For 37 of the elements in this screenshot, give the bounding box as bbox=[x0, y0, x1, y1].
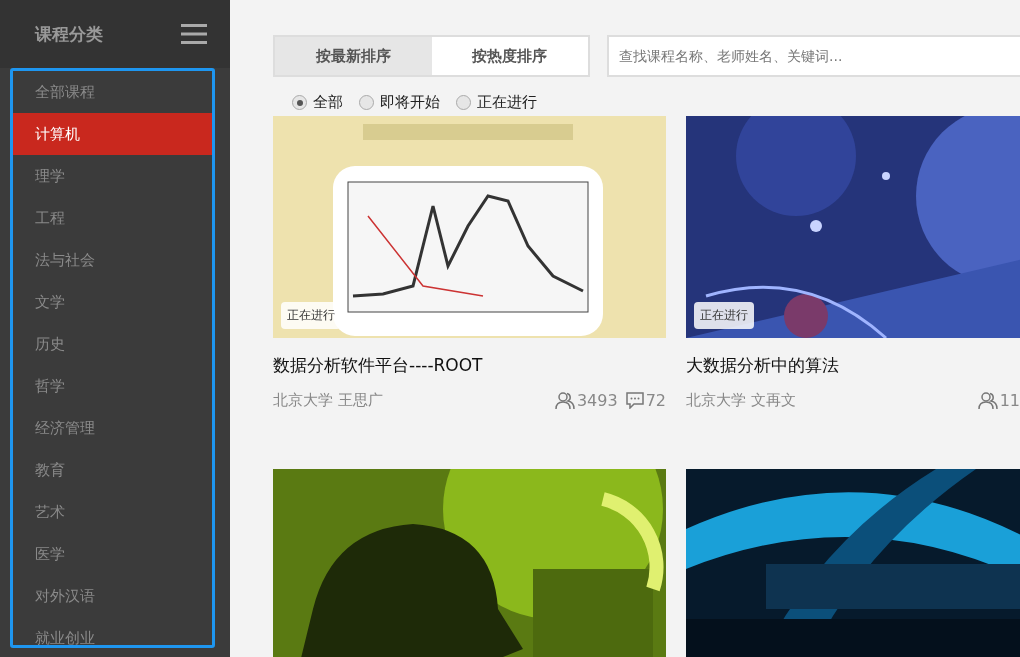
people-icon bbox=[977, 391, 998, 410]
category-item[interactable]: 计算机 bbox=[13, 113, 212, 155]
sort-tab[interactable]: 按热度排序 bbox=[431, 37, 588, 75]
category-item[interactable]: 工程 bbox=[13, 197, 212, 239]
course-title[interactable]: 大数据分析中的算法 bbox=[686, 354, 1020, 377]
category-item[interactable]: 经济管理 bbox=[13, 407, 212, 449]
radio-label: 即将开始 bbox=[380, 93, 440, 112]
category-item[interactable]: 法与社会 bbox=[13, 239, 212, 281]
menu-icon[interactable] bbox=[181, 23, 207, 45]
stat-count: 3493 bbox=[576, 391, 618, 410]
radio-label: 全部 bbox=[313, 93, 343, 112]
comment-icon bbox=[625, 392, 644, 409]
category-item[interactable]: 医学 bbox=[13, 533, 212, 575]
category-item[interactable]: 文学 bbox=[13, 281, 212, 323]
status-badge: 正在进行 bbox=[694, 302, 754, 329]
sort-tab[interactable]: 按最新排序 bbox=[275, 37, 432, 75]
sidebar-title: 课程分类 bbox=[35, 22, 103, 46]
category-item[interactable]: 历史 bbox=[13, 323, 212, 365]
radio-button[interactable] bbox=[359, 95, 374, 110]
course-title[interactable]: 数据分析软件平台----ROOT bbox=[273, 354, 666, 377]
category-item[interactable]: 理学 bbox=[13, 155, 212, 197]
radio-label: 正在进行 bbox=[477, 93, 537, 112]
radio-button[interactable] bbox=[456, 95, 471, 110]
teacher-name: 北京大学 文再文 bbox=[686, 391, 796, 410]
category-item[interactable]: 就业创业 bbox=[13, 617, 212, 645]
category-item[interactable]: 艺术 bbox=[13, 491, 212, 533]
teacher-name: 北京大学 王思广 bbox=[273, 391, 383, 410]
category-item[interactable]: 对外汉语 bbox=[13, 575, 212, 617]
search-field[interactable]: 查找课程名称、老师姓名、关键词... bbox=[607, 35, 1020, 77]
stat-count: 11 bbox=[999, 391, 1020, 410]
radio-button[interactable] bbox=[292, 95, 307, 110]
category-item[interactable]: 哲学 bbox=[13, 365, 212, 407]
status-badge: 正在进行 bbox=[281, 302, 341, 329]
category-item[interactable]: 全部课程 bbox=[13, 71, 212, 113]
people-icon bbox=[554, 391, 575, 410]
category-item[interactable]: 教育 bbox=[13, 449, 212, 491]
stat-count: 72 bbox=[645, 391, 666, 410]
